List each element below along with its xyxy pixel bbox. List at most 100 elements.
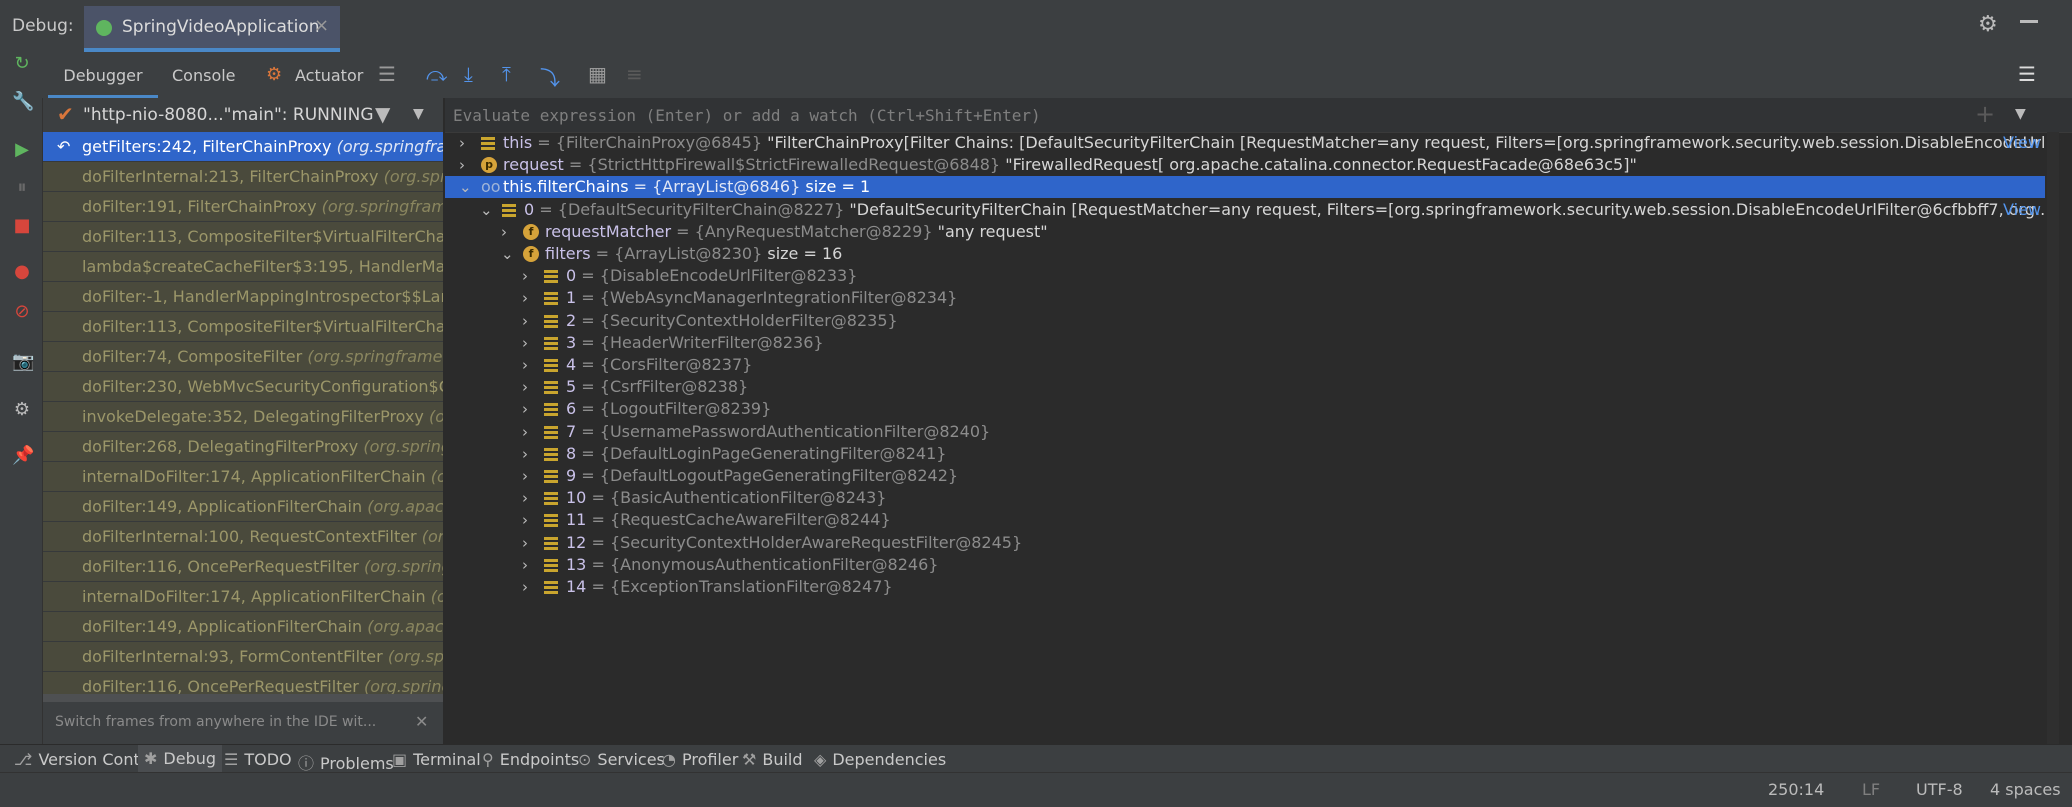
- resume-icon[interactable]: ▶: [12, 140, 32, 160]
- tab-console[interactable]: Console: [172, 60, 236, 92]
- close-icon[interactable]: ×: [314, 15, 329, 36]
- tab-dependencies[interactable]: ◈ Dependencies: [814, 750, 946, 769]
- trace-icon[interactable]: ≡: [626, 62, 643, 86]
- variable-row[interactable]: › 11 = {RequestCacheAwareFilter@8244}: [445, 509, 2045, 531]
- frame-item[interactable]: doFilter:74, CompositeFilter (org.spring…: [43, 342, 443, 371]
- layout-settings-icon[interactable]: ☰: [2018, 62, 2036, 86]
- filter-icon[interactable]: ▼: [375, 102, 390, 126]
- frame-item[interactable]: doFilterInternal:100, RequestContextFilt…: [43, 522, 443, 551]
- expand-icon[interactable]: ›: [522, 554, 536, 576]
- variable-row[interactable]: ⌄ 0 = {DefaultSecurityFilterChain@8227} "…: [445, 199, 2045, 221]
- frame-item[interactable]: lambda$createCacheFilter$3:195, HandlerM…: [43, 252, 443, 281]
- expand-icon[interactable]: ›: [459, 154, 473, 176]
- expand-icon[interactable]: ›: [522, 465, 536, 487]
- frame-item[interactable]: doFilter:149, ApplicationFilterChain (or…: [43, 612, 443, 641]
- variable-row[interactable]: › 10 = {BasicAuthenticationFilter@8243}: [445, 487, 2045, 509]
- expand-icon[interactable]: ›: [522, 576, 536, 598]
- variable-row[interactable]: › 9 = {DefaultLogoutPageGeneratingFilter@…: [445, 465, 2045, 487]
- variable-row[interactable]: › 8 = {DefaultLoginPageGeneratingFilter@8…: [445, 443, 2045, 465]
- expand-icon[interactable]: ›: [501, 221, 515, 243]
- variable-row[interactable]: › 4 = {CorsFilter@8237}: [445, 354, 2045, 376]
- close-hint-icon[interactable]: ✕: [415, 712, 428, 731]
- expand-icon[interactable]: ›: [522, 376, 536, 398]
- tab-actuator[interactable]: Actuator: [295, 60, 363, 92]
- frame-item[interactable]: doFilterInternal:213, FilterChainProxy (…: [43, 162, 443, 191]
- layout-menu-icon[interactable]: ☰: [378, 62, 396, 86]
- variable-row[interactable]: › this = {FilterChainProxy@6845} "FilterC…: [445, 132, 2045, 154]
- chevron-down-icon[interactable]: ▼: [413, 106, 424, 122]
- tab-problems[interactable]: ⓘ Problems: [298, 750, 394, 774]
- tab-build[interactable]: ⚒ Build: [742, 750, 803, 769]
- minimize-icon[interactable]: [2020, 20, 2038, 23]
- expand-icon[interactable]: ›: [522, 265, 536, 287]
- caret-position[interactable]: 250:14: [1768, 780, 1824, 799]
- frame-item[interactable]: doFilter:113, CompositeFilter$VirtualFil…: [43, 312, 443, 341]
- variable-row[interactable]: › 7 = {UsernamePasswordAuthenticationFilt…: [445, 421, 2045, 443]
- view-breakpoints-icon[interactable]: ●: [12, 262, 32, 282]
- add-watch-icon[interactable]: +: [1975, 100, 1995, 128]
- tab-endpoints[interactable]: ⚲ Endpoints: [482, 750, 579, 769]
- horizontal-scrollbar[interactable]: [43, 694, 443, 702]
- frame-item[interactable]: doFilter:268, DelegatingFilterProxy (org…: [43, 432, 443, 461]
- expand-icon[interactable]: ›: [459, 132, 473, 154]
- pin-icon[interactable]: 📌: [12, 446, 34, 466]
- frame-item[interactable]: doFilterInternal:93, FormContentFilter (…: [43, 642, 443, 671]
- frame-item[interactable]: doFilter:149, ApplicationFilterChain (or…: [43, 492, 443, 521]
- expand-icon[interactable]: ›: [522, 421, 536, 443]
- expand-icon[interactable]: ›: [522, 287, 536, 309]
- rerun-icon[interactable]: ↻: [12, 54, 32, 74]
- frame-item[interactable]: doFilter:-1, HandlerMappingIntrospector$…: [43, 282, 443, 311]
- frame-item[interactable]: doFilter:113, CompositeFilter$VirtualFil…: [43, 222, 443, 251]
- evaluate-expression-icon[interactable]: ▦: [588, 62, 607, 86]
- variable-row[interactable]: › f requestMatcher = {AnyRequestMatcher@82…: [445, 221, 2045, 243]
- variable-row[interactable]: › 6 = {LogoutFilter@8239}: [445, 398, 2045, 420]
- tab-debug[interactable]: ✱ Debug: [138, 745, 223, 773]
- variable-row[interactable]: ⌄ oo this.filterChains = {ArrayList@6846} …: [445, 176, 2045, 199]
- variable-row[interactable]: ⌄ f filters = {ArrayList@8230} size = 16: [445, 243, 2045, 265]
- evaluate-expression-bar[interactable]: Evaluate expression (Enter) or add a wat…: [445, 98, 2072, 133]
- collapse-icon[interactable]: ⌄: [480, 199, 494, 221]
- gear-icon[interactable]: ⚙: [1978, 12, 1998, 37]
- vertical-scrollbar[interactable]: [2047, 132, 2059, 744]
- tab-spring-video-application[interactable]: SpringVideoApplication ×: [84, 6, 340, 52]
- tab-debugger[interactable]: Debugger: [48, 60, 158, 98]
- variable-row[interactable]: › p request = {StrictHttpFirewall$StrictFi…: [445, 154, 2045, 176]
- expand-icon[interactable]: ›: [522, 487, 536, 509]
- variable-row[interactable]: › 12 = {SecurityContextHolderAwareRequest…: [445, 532, 2045, 554]
- variable-row[interactable]: › 5 = {CsrfFilter@8238}: [445, 376, 2045, 398]
- frame-item[interactable]: internalDoFilter:174, ApplicationFilterC…: [43, 462, 443, 491]
- frame-item[interactable]: doFilter:116, OncePerRequestFilter (org.…: [43, 552, 443, 581]
- chevron-down-icon[interactable]: ▼: [2015, 106, 2026, 122]
- frame-item[interactable]: internalDoFilter:174, ApplicationFilterC…: [43, 582, 443, 611]
- view-link[interactable]: View: [2003, 199, 2041, 221]
- tab-services[interactable]: ⊙ Services: [578, 750, 665, 769]
- expand-icon[interactable]: ›: [522, 532, 536, 554]
- expand-icon[interactable]: ›: [522, 310, 536, 332]
- tab-terminal[interactable]: ▣ Terminal: [392, 750, 481, 769]
- variable-row[interactable]: › 0 = {DisableEncodeUrlFilter@8233}: [445, 265, 2045, 287]
- step-into-icon[interactable]: ⤓: [464, 62, 473, 86]
- expand-icon[interactable]: ›: [522, 443, 536, 465]
- indent-setting[interactable]: 4 spaces: [1990, 780, 2061, 799]
- run-to-cursor-icon[interactable]: ⤵: [540, 62, 560, 91]
- tab-todo[interactable]: ☰ TODO: [224, 750, 292, 769]
- collapse-icon[interactable]: ⌄: [459, 176, 473, 198]
- evaluate-expression-input[interactable]: Evaluate expression (Enter) or add a wat…: [453, 106, 1041, 125]
- camera-icon[interactable]: 📷: [12, 352, 34, 372]
- file-encoding[interactable]: UTF-8: [1916, 780, 1963, 799]
- modify-config-icon[interactable]: 🔧: [12, 92, 34, 112]
- expand-icon[interactable]: ›: [522, 398, 536, 420]
- expand-icon[interactable]: ›: [522, 354, 536, 376]
- variable-row[interactable]: › 3 = {HeaderWriterFilter@8236}: [445, 332, 2045, 354]
- frame-item[interactable]: ↶ getFilters:242, FilterChainProxy (org.s…: [43, 132, 443, 161]
- frame-item[interactable]: doFilter:191, FilterChainProxy (org.spri…: [43, 192, 443, 221]
- variable-row[interactable]: › 1 = {WebAsyncManagerIntegrationFilter@8…: [445, 287, 2045, 309]
- stop-icon[interactable]: ■: [12, 216, 32, 236]
- tab-profiler[interactable]: ◔ Profiler: [662, 750, 738, 769]
- frame-item[interactable]: doFilter:230, WebMvcSecurityConfiguratio…: [43, 372, 443, 401]
- view-link[interactable]: View: [2003, 132, 2041, 154]
- mute-breakpoints-icon[interactable]: ⊘: [12, 302, 32, 322]
- frame-item[interactable]: invokeDelegate:352, DelegatingFilterProx…: [43, 402, 443, 431]
- pause-icon[interactable]: ⏸: [12, 178, 32, 198]
- step-out-icon[interactable]: ⤒: [502, 62, 511, 86]
